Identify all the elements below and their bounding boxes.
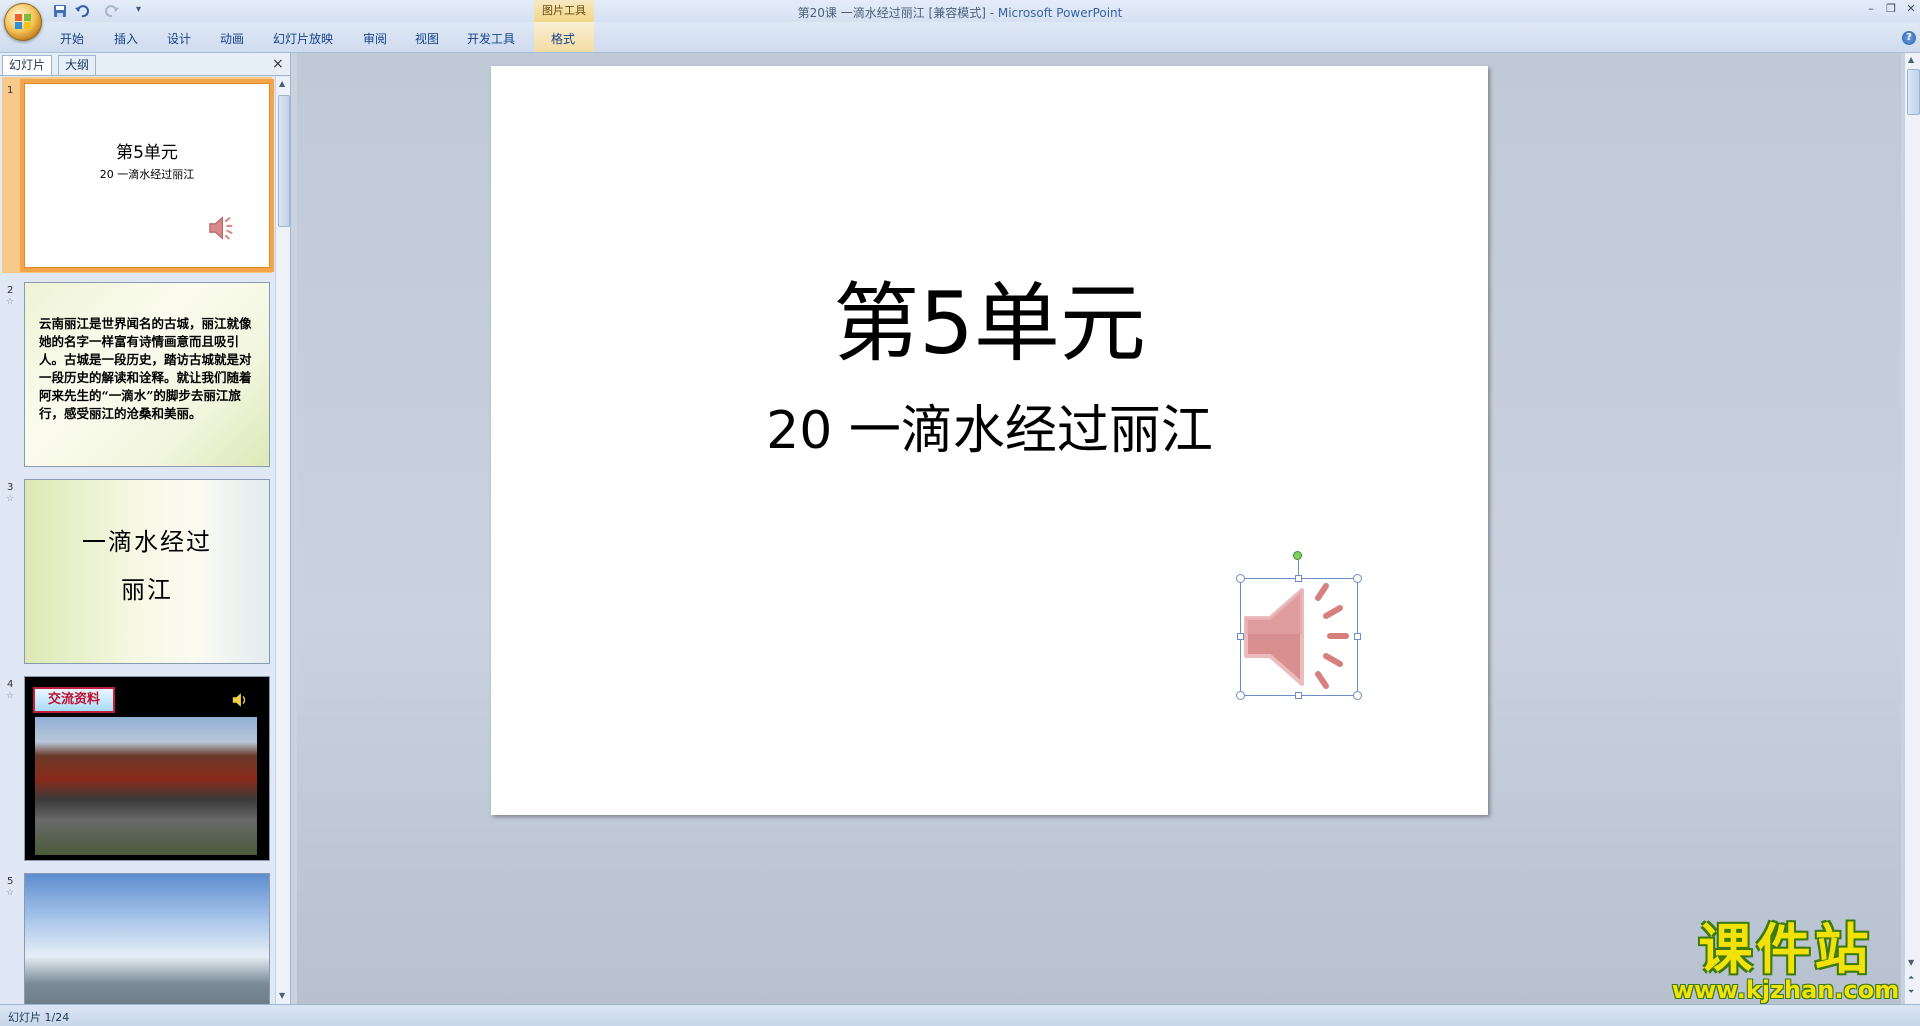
office-logo-icon xyxy=(15,14,31,29)
document-title: 第20课 一滴水经过丽江 [兼容模式] - xyxy=(797,6,998,20)
tab-home[interactable]: 开始 xyxy=(60,30,84,47)
thumb-title: 一滴水经过 丽江 xyxy=(35,518,259,614)
sound-icon xyxy=(232,693,246,707)
minimize-icon[interactable]: – xyxy=(1862,2,1880,16)
animation-star-icon: ☆ xyxy=(6,888,15,898)
thumb-number: 3 xyxy=(7,482,14,493)
scroll-down-icon[interactable]: ▼ xyxy=(1908,958,1914,967)
pane-tab-bar: 幻灯片 大纲 × xyxy=(0,53,290,76)
old-town-photo xyxy=(35,717,257,855)
status-bar: 幻灯片 1/24 xyxy=(0,1004,1920,1026)
tab-outline[interactable]: 大纲 xyxy=(58,55,97,75)
scroll-up-icon[interactable]: ▲ xyxy=(279,79,285,88)
scrollbar-thumb[interactable] xyxy=(1907,69,1920,115)
thumb-subtitle: 20 一滴水经过丽江 xyxy=(99,168,195,181)
resize-handle-s[interactable] xyxy=(1295,692,1302,699)
previous-slide-icon[interactable]: ⏶ xyxy=(1908,973,1914,983)
pane-close-icon[interactable]: × xyxy=(272,56,284,72)
sound-icon xyxy=(209,216,233,240)
next-slide-icon[interactable]: ⏷ xyxy=(1908,987,1914,997)
slides-pane: 幻灯片 大纲 × 1 第5单元 20 一滴水经过丽江 2 ☆ 云南丽江是世界闻名… xyxy=(0,53,291,1004)
slide-thumbnail-3[interactable]: 一滴水经过 丽江 xyxy=(24,479,270,664)
thumb-title-line2: 丽江 xyxy=(121,576,173,604)
selection-frame xyxy=(1240,578,1358,696)
main-scrollbar[interactable]: ▲ ▼ ⏶ ⏷ xyxy=(1904,53,1920,1004)
tab-slides[interactable]: 幻灯片 xyxy=(2,55,53,75)
watermark-logo: 课件站 www.kjzhan.com xyxy=(1668,920,1903,1008)
slide-indicator: 幻灯片 1/24 xyxy=(8,1011,70,1024)
sound-object[interactable] xyxy=(1236,551,1362,700)
tab-view[interactable]: 视图 xyxy=(415,30,439,47)
scroll-down-icon[interactable]: ▼ xyxy=(279,991,285,1000)
tab-format[interactable]: 格式 xyxy=(551,30,575,47)
animation-star-icon: ☆ xyxy=(6,494,15,504)
thumb-number: 2 xyxy=(7,285,14,296)
office-button[interactable] xyxy=(4,3,42,41)
resize-handle-w[interactable] xyxy=(1237,633,1244,640)
resize-handle-ne[interactable] xyxy=(1353,574,1362,583)
thumb-number: 4 xyxy=(7,679,14,690)
resize-handle-nw[interactable] xyxy=(1236,574,1245,583)
tab-review[interactable]: 审阅 xyxy=(363,30,387,47)
ribbon-tab-bar: 开始 插入 设计 动画 幻灯片放映 审阅 视图 开发工具 格式 ? xyxy=(0,22,1920,53)
current-slide[interactable]: 第5单元 20 一滴水经过丽江 xyxy=(491,66,1488,815)
slide-subtitle[interactable]: 20 一滴水经过丽江 xyxy=(491,401,1488,461)
animation-star-icon: ☆ xyxy=(6,297,15,307)
thumb-title: 第5单元 xyxy=(116,143,178,163)
close-icon[interactable]: ✕ xyxy=(1902,2,1920,16)
restore-icon[interactable]: ❐ xyxy=(1882,2,1900,16)
app-name: Microsoft PowerPoint xyxy=(997,6,1123,20)
thumb-body-text: 云南丽江是世界闻名的古城，丽江就像她的名字一样富有诗情画意而且吸引人。古城是一段… xyxy=(39,316,252,421)
tab-design[interactable]: 设计 xyxy=(167,30,191,47)
resize-handle-e[interactable] xyxy=(1354,633,1361,640)
title-bar: ▾ 第20课 一滴水经过丽江 [兼容模式] - Microsoft PowerP… xyxy=(0,0,1920,41)
watermark-title: 课件站 xyxy=(1698,918,1873,981)
tab-animation[interactable]: 动画 xyxy=(220,30,244,47)
slide-thumbnail-2[interactable]: 云南丽江是世界闻名的古城，丽江就像她的名字一样富有诗情画意而且吸引人。古城是一段… xyxy=(24,282,270,467)
tab-insert[interactable]: 插入 xyxy=(114,30,138,47)
thumb-badge: 交流资料 xyxy=(33,687,115,713)
thumbnail-scrollbar[interactable]: ▲ ▼ xyxy=(275,77,290,1004)
help-icon[interactable]: ? xyxy=(1902,31,1916,45)
slide-thumbnail-1[interactable]: 第5单元 20 一滴水经过丽江 xyxy=(24,83,270,268)
thumb-title-line1: 一滴水经过 xyxy=(82,528,212,556)
watermark-url: www.kjzhan.com xyxy=(1671,976,1900,1004)
thumb-number: 1 xyxy=(7,85,14,96)
thumb-number: 5 xyxy=(7,876,14,887)
slide-title[interactable]: 第5单元 xyxy=(491,274,1488,374)
rotation-handle[interactable] xyxy=(1293,551,1302,560)
window-title: 第20课 一滴水经过丽江 [兼容模式] - Microsoft PowerPoi… xyxy=(0,4,1920,21)
resize-handle-n[interactable] xyxy=(1295,575,1302,582)
resize-handle-se[interactable] xyxy=(1353,691,1362,700)
thumbnail-list: 1 第5单元 20 一滴水经过丽江 2 ☆ 云南丽江是世界闻名的古城，丽江就像她… xyxy=(0,77,274,1004)
tab-slideshow[interactable]: 幻灯片放映 xyxy=(273,30,333,47)
slide-thumbnail-4[interactable]: 交流资料 xyxy=(24,676,270,861)
picture-tools-group-label: 图片工具 xyxy=(534,0,594,22)
animation-star-icon: ☆ xyxy=(6,691,15,701)
scroll-up-icon[interactable]: ▲ xyxy=(1908,55,1914,64)
slide-editing-area: 第5单元 20 一滴水经过丽江 课件站 www.kjzhan.com xyxy=(297,53,1901,1004)
tab-developer[interactable]: 开发工具 xyxy=(467,30,515,47)
resize-handle-sw[interactable] xyxy=(1236,691,1245,700)
scrollbar-thumb[interactable] xyxy=(278,95,290,227)
slide-thumbnail-5[interactable] xyxy=(24,873,270,1004)
